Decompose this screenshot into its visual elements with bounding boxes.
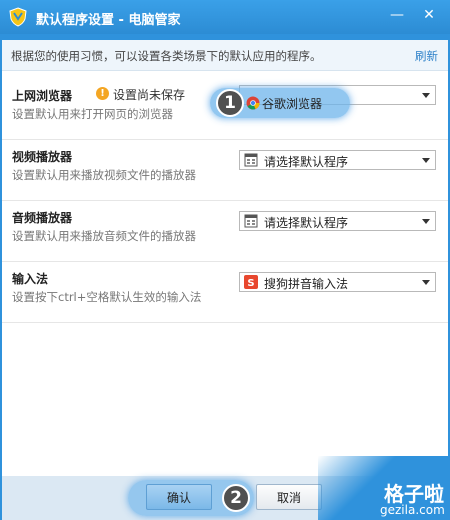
selected-value: 谷歌浏览器 — [262, 97, 323, 111]
svg-text:S: S — [247, 278, 254, 289]
row-desc: 设置默认用来播放音频文件的播放器 — [12, 229, 196, 243]
confirm-button[interactable]: 确认 — [146, 484, 212, 510]
selected-value: 搜狗拼音输入法 — [264, 277, 349, 291]
step-marker-1: 1 — [216, 89, 244, 117]
chevron-down-icon — [422, 219, 430, 224]
chrome-icon — [246, 96, 260, 110]
refresh-link[interactable]: 刷新 — [415, 48, 438, 64]
row-audio-player: 音频播放器 设置默认用来播放音频文件的播放器 请选择默认程序 — [2, 201, 448, 262]
dialog-window: 默认程序设置 - 电脑管家 — ✕ 根据您的使用习惯，可以设置各类场景下的默认应… — [0, 0, 450, 520]
row-title: 视频播放器 — [12, 150, 73, 164]
watermark-domain: gezila.com — [380, 503, 445, 517]
selected-value: 请选择默认程序 — [264, 216, 349, 230]
cancel-button[interactable]: 取消 — [256, 484, 322, 510]
title-bar: 默认程序设置 - 电脑管家 — ✕ — [0, 0, 450, 34]
close-icon: ✕ — [423, 7, 435, 23]
row-title: 输入法 — [12, 272, 49, 286]
row-video-player: 视频播放器 设置默认用来播放视频文件的播放器 请选择默认程序 — [2, 140, 448, 201]
row-desc: 设置默认用来打开网页的浏览器 — [12, 107, 173, 121]
row-input-method: 输入法 设置按下ctrl+空格默认生效的输入法 S 搜狗拼音输入法 — [2, 262, 448, 323]
row-desc: 设置按下ctrl+空格默认生效的输入法 — [12, 290, 202, 304]
chevron-down-icon — [422, 280, 430, 285]
close-button[interactable]: ✕ — [416, 4, 442, 26]
info-text: 根据您的使用习惯，可以设置各类场景下的默认应用的程序。 — [11, 49, 322, 63]
step-marker-2: 2 — [222, 484, 250, 512]
row-desc: 设置默认用来播放视频文件的播放器 — [12, 168, 196, 182]
row-title: 音频播放器 — [12, 211, 73, 225]
chevron-down-icon — [422, 158, 430, 163]
unsaved-warning: 设置尚未保存 — [113, 88, 186, 102]
video-player-select[interactable]: 请选择默认程序 — [239, 150, 436, 170]
audio-player-select[interactable]: 请选择默认程序 — [239, 211, 436, 231]
window-icon — [244, 214, 258, 228]
minimize-button[interactable]: — — [384, 4, 410, 26]
sogou-icon: S — [244, 275, 258, 289]
window-title: 默认程序设置 - 电脑管家 — [36, 13, 181, 28]
row-title: 上网浏览器 — [12, 89, 73, 103]
selected-value: 请选择默认程序 — [264, 155, 349, 169]
input-method-select[interactable]: S 搜狗拼音输入法 — [239, 272, 436, 292]
tencent-shield-icon — [9, 7, 27, 27]
warning-icon: ! — [96, 87, 109, 100]
window-icon — [244, 153, 258, 167]
settings-panel: 根据您的使用习惯，可以设置各类场景下的默认应用的程序。 刷新 上网浏览器 ! 设… — [2, 40, 448, 476]
info-bar: 根据您的使用习惯，可以设置各类场景下的默认应用的程序。 刷新 — [2, 40, 448, 71]
minimize-icon: — — [390, 7, 404, 23]
chevron-down-icon — [422, 93, 430, 98]
